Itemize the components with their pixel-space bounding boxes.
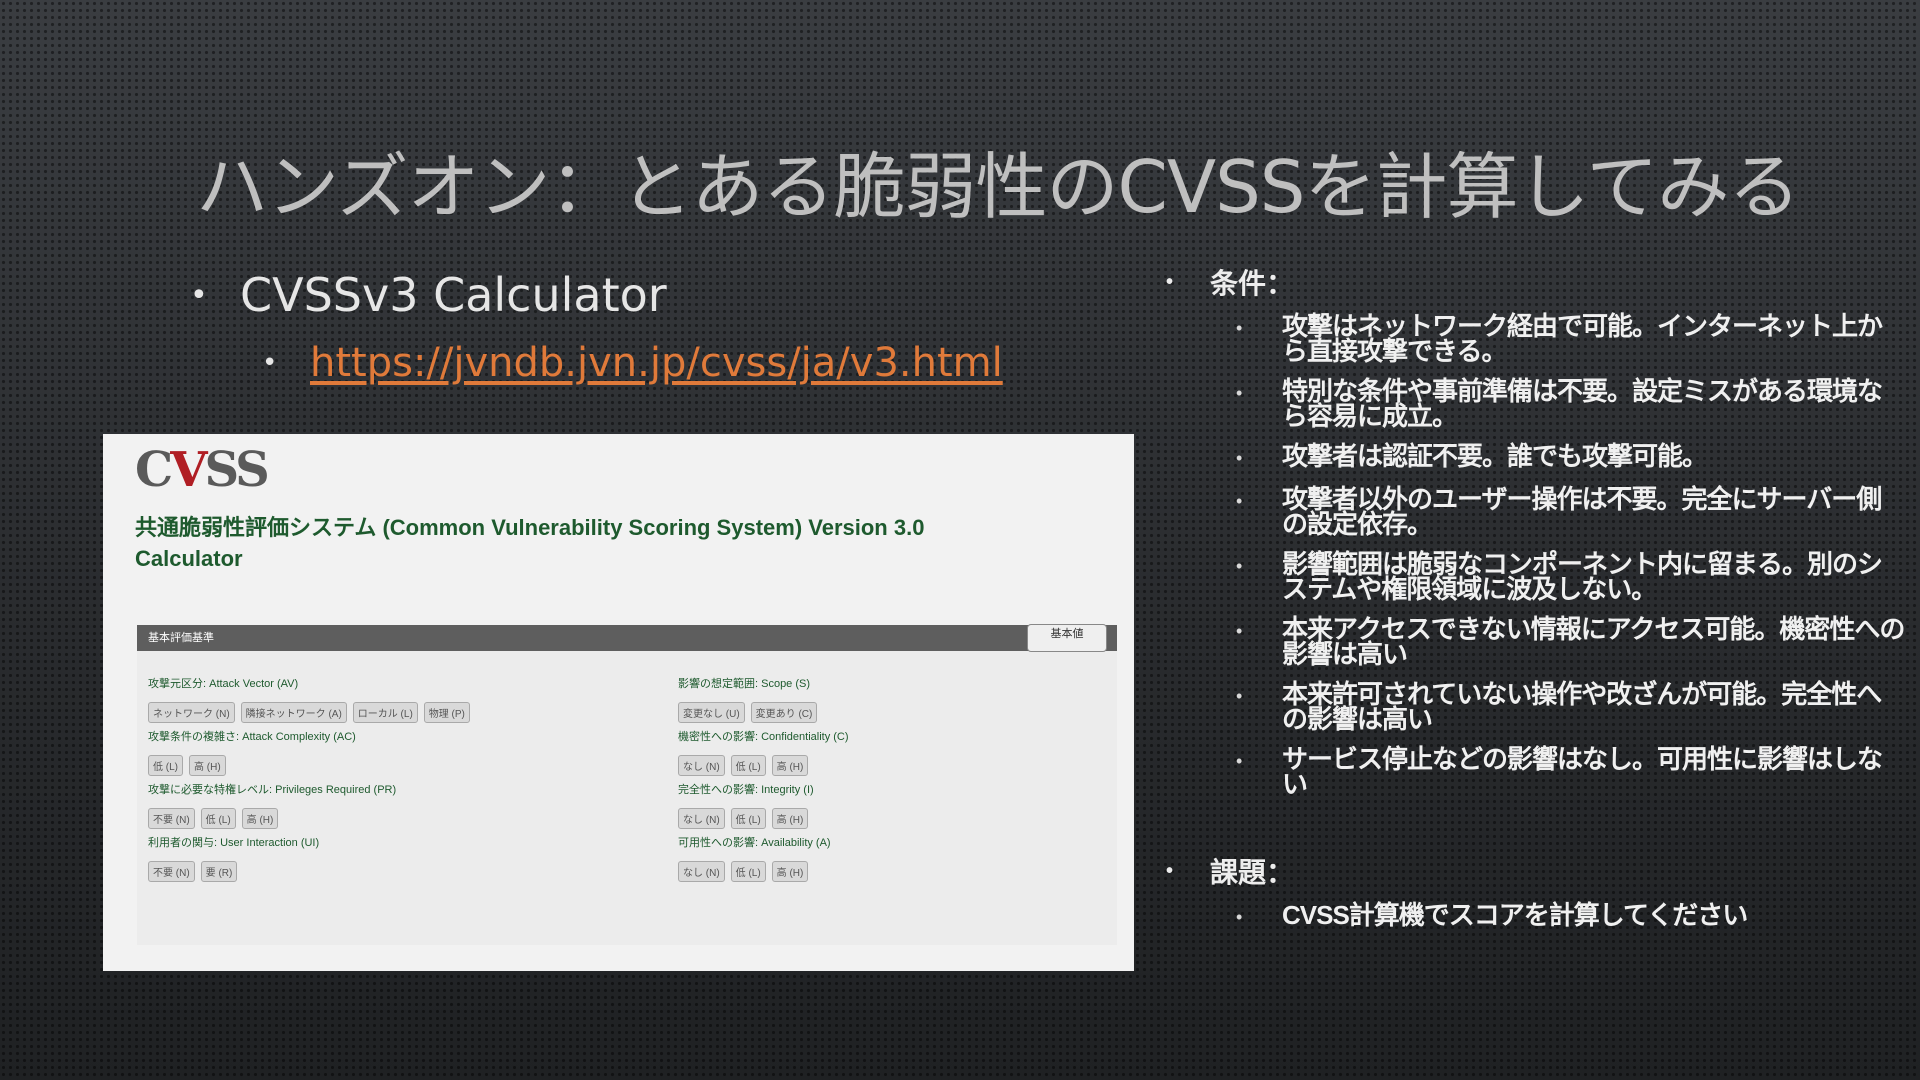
base-score-button[interactable]: 基本値 [1027,624,1107,652]
metric-option-button[interactable]: 物理 (P) [423,702,470,723]
cvss-logo: CVSS [135,442,270,498]
bullet-dot-icon: • [1236,383,1243,403]
task-list: • CVSS計算機でスコアを計算してください [1236,900,1906,931]
list-item: • 影響範囲は脆弱なコンポーネント内に留まる。別のシステムや権限領域に波及しない。 [1236,549,1906,604]
metric-option-button[interactable]: 不要 (N) [148,808,195,829]
list-item: • 特別な条件や事前準備は不要。設定ミスがある環境なら容易に成立。 [1236,376,1906,431]
bullet-dot-icon: • [1236,686,1243,706]
bullet-dot-icon: • [1236,621,1243,641]
list-item-text: 攻撃はネットワーク経由で可能。インターネット上から直接攻撃できる。 [1282,311,1883,366]
list-item-text: 本来アクセスできない情報にアクセス可能。機密性への影響は高い [1282,614,1905,669]
metric-group: 攻撃元区分: Attack Vector (AV) ネットワーク (N) 隣接ネット… [148,675,470,723]
metric-option-button[interactable]: 低 (L) [200,808,236,829]
calculator-title: 共通脆弱性評価システム (Common Vulnerability Scorin… [135,515,925,571]
metric-option-button[interactable]: なし (N) [678,861,725,882]
bullet-calculator: • CVSSv3 Calculator [190,268,1003,322]
base-metrics-panel: 基本評価基準 基本値 攻撃元区分: Attack Vector (AV) ネットワ… [137,624,1117,945]
metric-option-button[interactable]: 低 (L) [148,755,183,776]
metric-group: 利用者の関与: User Interaction (UI) 不要 (N) 要 (R) [148,834,319,882]
task-heading: • 課題： [1166,851,1906,891]
bullet-dot-icon: • [1236,318,1243,338]
metric-option-button[interactable]: 高 (H) [771,755,809,776]
bullet-dot-icon: • [1236,491,1243,511]
bullet-dot-icon: • [1236,448,1243,468]
metric-group: 影響の想定範囲: Scope (S) 変更なし (U) 変更あり (C) [678,675,818,723]
list-item-text: CVSS計算機でスコアを計算してください [1282,900,1748,930]
metric-option-button[interactable]: ネットワーク (N) [148,702,235,723]
metric-options: 変更なし (U) 変更あり (C) [678,702,818,723]
metric-label: 攻撃条件の複雑さ: Attack Complexity (AC) [148,731,356,743]
metric-option-button[interactable]: 不要 (N) [148,861,195,882]
metric-options: ネットワーク (N) 隣接ネットワーク (A) ローカル (L) 物理 (P) [148,702,470,723]
metric-group: 完全性への影響: Integrity (I) なし (N) 低 (L) 高 (H) [678,781,814,829]
list-item-text: 特別な条件や事前準備は不要。設定ミスがある環境なら容易に成立。 [1282,376,1883,431]
conditions-heading: • 条件： [1166,262,1906,302]
list-item-text: 攻撃者以外のユーザー操作は不要。完全にサーバー側の設定依存。 [1282,484,1882,539]
metric-option-button[interactable]: なし (N) [678,755,725,776]
conditions-column: • 条件： • 攻撃はネットワーク経由で可能。インターネット上から直接攻撃できる。… [1166,262,1906,946]
metric-options: 不要 (N) 低 (L) 高 (H) [148,808,396,829]
metric-group: 機密性への影響: Confidentiality (C) なし (N) 低 (L) 高… [678,728,849,776]
list-item-text: 攻撃者は認証不要。誰でも攻撃可能。 [1282,441,1708,471]
bullet-dot-icon: • [190,277,208,313]
metric-option-button[interactable]: 高 (H) [189,755,226,776]
metric-label: 完全性への影響: Integrity (I) [678,784,814,796]
metric-options: なし (N) 低 (L) 高 (H) [678,755,849,776]
metric-label: 可用性への影響: Availability (A) [678,837,831,849]
bullet-calculator-label: CVSSv3 Calculator [240,268,667,322]
left-bullet-list: • CVSSv3 Calculator • https://jvndb.jvn.… [190,268,1003,386]
metric-label: 機密性への影響: Confidentiality (C) [678,731,849,743]
metric-options: 低 (L) 高 (H) [148,755,356,776]
metric-group: 攻撃に必要な特権レベル: Privileges Required (PR) 不要 … [148,781,396,829]
list-item: • 本来アクセスできない情報にアクセス可能。機密性への影響は高い [1236,614,1906,669]
list-item-text: サービス停止などの影響はなし。可用性に影響はしない [1282,744,1883,799]
conditions-heading-label: 条件： [1210,268,1295,299]
metric-option-button[interactable]: 隣接ネットワーク (A) [240,702,347,723]
task-heading-label: 課題： [1210,857,1295,888]
panel-header: 基本評価基準 [137,625,1117,651]
metric-option-button[interactable]: 高 (H) [241,808,279,829]
slide-title: ハンズオン：とある脆弱性のCVSSを計算してみる [196,145,1800,229]
metric-label: 攻撃に必要な特権レベル: Privileges Required (PR) [148,784,397,796]
list-item: • 攻撃はネットワーク経由で可能。インターネット上から直接攻撃できる。 [1236,311,1906,366]
calculator-link[interactable]: https://jvndb.jvn.jp/cvss/ja/v3.html [310,340,1003,386]
bullet-dot-icon: • [1236,751,1243,771]
conditions-list: • 攻撃はネットワーク経由で可能。インターネット上から直接攻撃できる。 • 特別な条件… [1236,311,1906,799]
list-item: • サービス停止などの影響はなし。可用性に影響はしない [1236,744,1906,799]
metric-option-button[interactable]: 高 (H) [771,861,809,882]
metric-options: なし (N) 低 (L) 高 (H) [678,808,814,829]
calculator-screenshot: CVSS 共通脆弱性評価システム (Common Vulnerability S… [103,434,1134,971]
metric-option-button[interactable]: 低 (L) [730,808,766,829]
metric-group: 攻撃条件の複雑さ: Attack Complexity (AC) 低 (L) 高 (… [148,728,356,776]
metric-options: なし (N) 低 (L) 高 (H) [678,861,831,882]
list-item: • 攻撃者以外のユーザー操作は不要。完全にサーバー側の設定依存。 [1236,484,1906,539]
metric-option-button[interactable]: 要 (R) [200,861,238,882]
metric-option-button[interactable]: ローカル (L) [352,702,418,723]
panel-header-label: 基本評価基準 [148,631,214,644]
metric-group: 可用性への影響: Availability (A) なし (N) 低 (L) 高 (H… [678,834,831,882]
metric-option-button[interactable]: なし (N) [678,808,725,829]
bullet-dot-icon: • [1166,270,1174,293]
list-item: • 本来許可されていない操作や改ざんが可能。完全性への影響は高い [1236,679,1906,734]
list-item-text: 影響範囲は脆弱なコンポーネント内に留まる。別のシステムや権限領域に波及しない。 [1282,549,1883,604]
metric-option-button[interactable]: 高 (H) [771,808,809,829]
metric-label: 影響の想定範囲: Scope (S) [678,678,811,690]
metric-option-button[interactable]: 変更なし (U) [678,702,745,723]
bullet-link: • https://jvndb.jvn.jp/cvss/ja/v3.html [262,340,1003,386]
bullet-dot-icon: • [1166,859,1174,882]
metric-option-button[interactable]: 変更あり (C) [750,702,818,723]
metric-label: 利用者の関与: User Interaction (UI) [148,837,320,849]
metric-label: 攻撃元区分: Attack Vector (AV) [148,678,299,690]
metric-options: 不要 (N) 要 (R) [148,861,319,882]
bullet-dot-icon: • [262,348,278,378]
list-item-text: 本来許可されていない操作や改ざんが可能。完全性への影響は高い [1282,679,1882,734]
list-item: • CVSS計算機でスコアを計算してください [1236,900,1906,931]
bullet-dot-icon: • [1236,907,1243,927]
metric-option-button[interactable]: 低 (L) [730,861,766,882]
metric-option-button[interactable]: 低 (L) [730,755,766,776]
list-item: • 攻撃者は認証不要。誰でも攻撃可能。 [1236,441,1906,472]
bullet-dot-icon: • [1236,556,1243,576]
